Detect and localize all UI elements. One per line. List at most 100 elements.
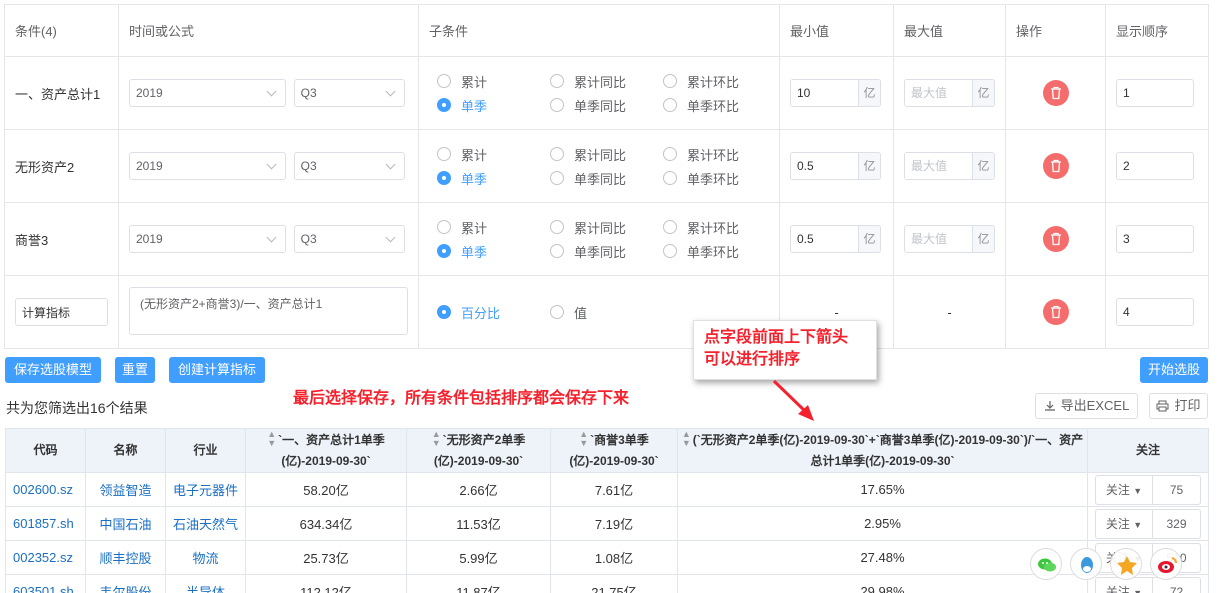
quarter-select[interactable]: Q3 (293, 79, 405, 107)
delete-button[interactable] (1042, 153, 1069, 179)
radio-option[interactable]: 累计环比 (663, 218, 763, 237)
follow-label: 关注 (1105, 584, 1130, 593)
formula-textarea[interactable] (129, 286, 408, 335)
radio-option[interactable]: 累计 (437, 145, 550, 164)
radio-option[interactable]: 单季同比 (550, 169, 663, 188)
stock-code-link[interactable]: 601857.sh (5, 506, 86, 541)
delete-button[interactable] (1042, 226, 1069, 252)
max-field[interactable]: 亿 (904, 152, 995, 180)
order-input[interactable] (1116, 225, 1194, 253)
radio-option[interactable]: 累计同比 (550, 72, 663, 91)
qzone-icon[interactable] (1110, 548, 1142, 580)
print-label: 打印 (1174, 398, 1201, 413)
stock-name-link[interactable]: 领益智造 (85, 472, 166, 507)
order-input[interactable] (1116, 152, 1194, 180)
stock-name-link[interactable]: 韦尔股份 (85, 574, 166, 593)
col-goodwill[interactable]: ▲ ▼ `商誉3单季(亿)-2019-09-30` (550, 428, 678, 473)
industry-link[interactable]: 电子元器件 (165, 472, 246, 507)
follow-count: 75 (1153, 474, 1201, 505)
col-ratio[interactable]: ▲ ▼ (`无形资产2单季(亿)-2019-09-30`+`商誉3单季(亿)-201… (677, 428, 1088, 473)
col-code[interactable]: 代码 (5, 428, 86, 473)
follow-button[interactable]: 关注 ▼ (1095, 508, 1153, 539)
condition-name: 无形资产2 (4, 129, 119, 203)
year-select[interactable]: 2019 (129, 225, 286, 253)
radio-option[interactable]: 累计 (437, 72, 550, 91)
save-model-button[interactable]: 保存选股模型 (5, 357, 101, 383)
min-input[interactable] (791, 153, 858, 179)
quarter-select[interactable]: Q3 (293, 225, 405, 253)
table-row[interactable]: 603501.sh 韦尔股份 半导体 112.12亿 11.87亿 21.75亿… (5, 574, 1209, 593)
max-field[interactable]: 亿 (904, 225, 995, 253)
follow-label: 关注 (1105, 516, 1130, 531)
radio-option[interactable]: 单季环比 (663, 242, 763, 261)
radio-option[interactable]: 单季环比 (663, 96, 763, 115)
col-name[interactable]: 名称 (85, 428, 166, 473)
calc-name-input[interactable] (15, 298, 108, 326)
radio-label: 累计环比 (687, 220, 740, 236)
caret-down-icon: ▼ (1133, 519, 1143, 530)
sort-arrows-icon[interactable]: ▲ ▼ (682, 429, 691, 448)
col-total-assets[interactable]: ▲ ▼ `一、资产总计1单季(亿)-2019-09-30` (245, 428, 407, 473)
year-select[interactable]: 2019 (129, 79, 286, 107)
quarter-select[interactable]: Q3 (293, 152, 405, 180)
create-calc-button[interactable]: 创建计算指标 (169, 357, 265, 383)
goodwill-value: 7.61亿 (550, 472, 678, 507)
min-input[interactable] (791, 80, 858, 106)
radio-option[interactable]: 单季 (437, 169, 550, 188)
min-field[interactable]: 亿 (790, 152, 881, 180)
qq-icon[interactable] (1070, 548, 1102, 580)
year-select[interactable]: 2019 (129, 152, 286, 180)
sort-arrows-icon[interactable]: ▲ ▼ (267, 429, 276, 448)
callout-line-2: 可以进行排序 (704, 351, 801, 368)
stock-name-link[interactable]: 中国石油 (85, 506, 166, 541)
radio-option[interactable]: 单季环比 (663, 169, 763, 188)
stock-code-link[interactable]: 002352.sz (5, 540, 86, 575)
follow-cell: 关注 ▼ 72 (1087, 574, 1209, 593)
max-input[interactable] (905, 153, 972, 179)
table-row[interactable]: 002352.sz 顺丰控股 物流 25.73亿 5.99亿 1.08亿 27.… (5, 540, 1209, 575)
follow-button[interactable]: 关注 ▼ (1095, 474, 1153, 505)
start-select-button[interactable]: 开始选股 (1140, 357, 1208, 383)
delete-button[interactable] (1042, 299, 1069, 325)
wechat-icon[interactable] (1030, 548, 1062, 580)
min-input[interactable] (791, 226, 858, 252)
radio-option[interactable]: 累计环比 (663, 72, 763, 91)
delete-button[interactable] (1042, 80, 1069, 106)
radio-option[interactable]: 单季同比 (550, 242, 663, 261)
radio-option[interactable]: 值 (550, 303, 663, 322)
table-row[interactable]: 002600.sz 领益智造 电子元器件 58.20亿 2.66亿 7.61亿 … (5, 472, 1209, 507)
radio-option[interactable]: 累计同比 (550, 218, 663, 237)
radio-option[interactable]: 累计 (437, 218, 550, 237)
radio-option[interactable]: 累计环比 (663, 145, 763, 164)
stock-code-link[interactable]: 002600.sz (5, 472, 86, 507)
industry-link[interactable]: 石油天然气 (165, 506, 246, 541)
max-input[interactable] (905, 226, 972, 252)
max-input[interactable] (905, 80, 972, 106)
order-input[interactable] (1116, 79, 1194, 107)
stock-code-link[interactable]: 603501.sh (5, 574, 86, 593)
min-field[interactable]: 亿 (790, 225, 881, 253)
reset-button[interactable]: 重置 (115, 357, 155, 383)
action-cell (1005, 129, 1106, 203)
weibo-icon[interactable] (1150, 548, 1182, 580)
sort-arrows-icon[interactable]: ▲ ▼ (579, 429, 588, 448)
col-industry[interactable]: 行业 (165, 428, 246, 473)
order-input[interactable] (1116, 298, 1194, 326)
radio-option[interactable]: 单季同比 (550, 96, 663, 115)
industry-link[interactable]: 半导体 (165, 574, 246, 593)
table-row[interactable]: 601857.sh 中国石油 石油天然气 634.34亿 11.53亿 7.19… (5, 506, 1209, 541)
max-field[interactable]: 亿 (904, 79, 995, 107)
print-button[interactable]: 打印 (1149, 393, 1208, 419)
radio-option[interactable]: 单季 (437, 96, 550, 115)
industry-link[interactable]: 物流 (165, 540, 246, 575)
min-field[interactable]: 亿 (790, 79, 881, 107)
follow-group: 关注 ▼ 510 (1088, 542, 1208, 573)
col-intangible[interactable]: ▲ ▼ `无形资产2单季(亿)-2019-09-30` (406, 428, 551, 473)
radio-label: 累计 (461, 74, 488, 90)
radio-option[interactable]: 单季 (437, 242, 550, 261)
stock-name-link[interactable]: 顺丰控股 (85, 540, 166, 575)
radio-option[interactable]: 百分比 (437, 303, 550, 322)
export-excel-button[interactable]: 导出EXCEL (1035, 393, 1138, 419)
radio-option[interactable]: 累计同比 (550, 145, 663, 164)
sort-arrows-icon[interactable]: ▲ ▼ (432, 429, 441, 448)
